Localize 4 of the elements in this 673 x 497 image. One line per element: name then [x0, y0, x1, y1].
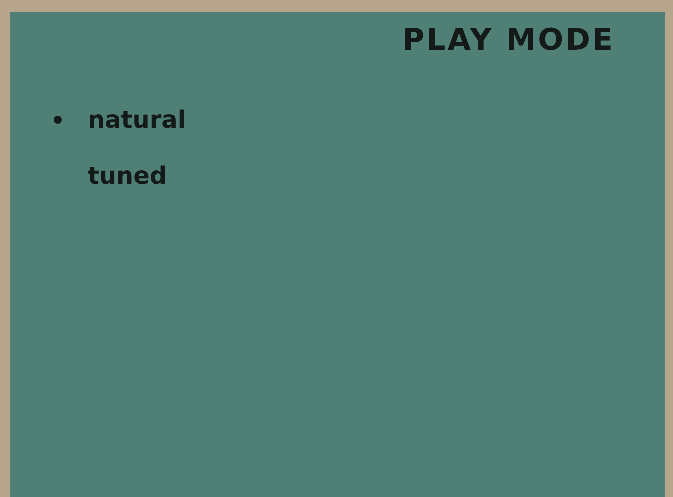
radio-option[interactable]: tuned — [54, 164, 168, 188]
bullet-icon — [54, 116, 62, 124]
radio-option[interactable]: natural — [54, 108, 186, 132]
panel-title: PLAY MODE — [402, 26, 615, 56]
